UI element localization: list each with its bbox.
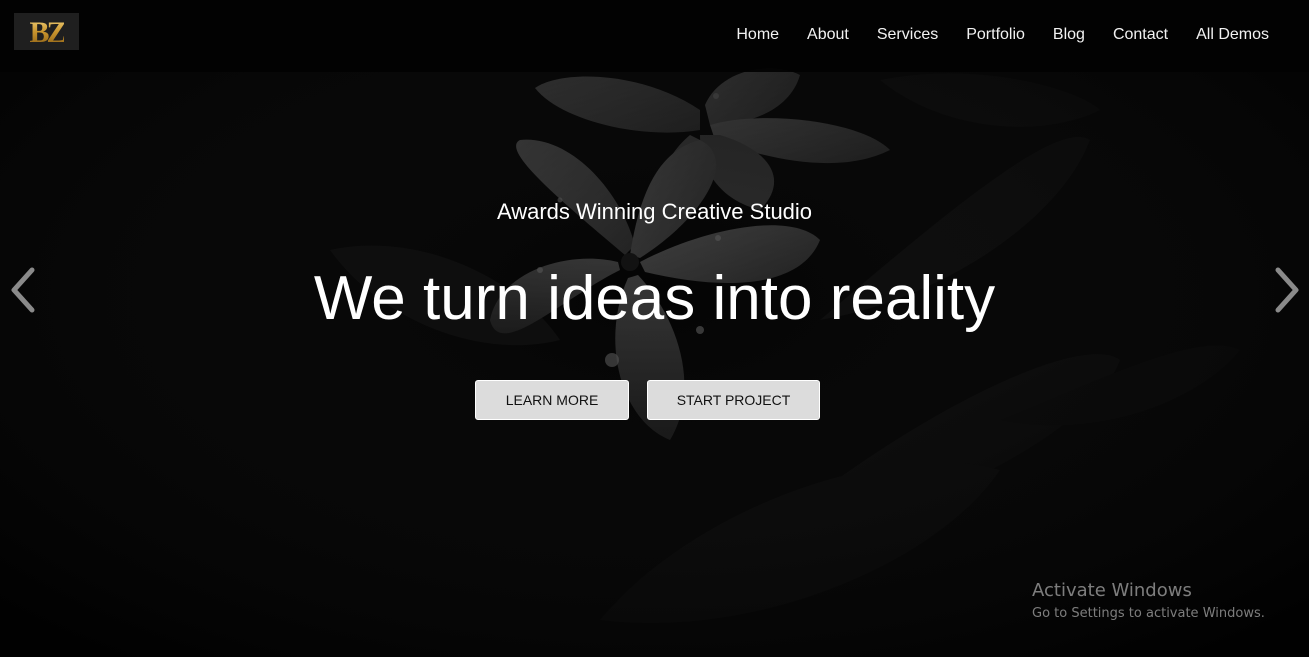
nav-item-contact[interactable]: Contact	[1099, 25, 1182, 45]
nav-menu: Home About Services Portfolio Blog Conta…	[722, 25, 1283, 45]
windows-activation-watermark: Activate Windows Go to Settings to activ…	[1032, 580, 1265, 623]
hero-subtitle: Awards Winning Creative Studio	[496, 199, 813, 224]
hero-buttons: LEARN MORE START PROJECT	[475, 380, 820, 420]
page: BZ Home About Services Portfolio Blog Co…	[0, 0, 1309, 657]
nav-item-services[interactable]: Services	[863, 25, 952, 45]
top-navbar: BZ Home About Services Portfolio Blog Co…	[0, 0, 1309, 72]
watermark-title: Activate Windows	[1032, 580, 1192, 601]
nav-item-about[interactable]: About	[793, 25, 863, 45]
brand-logo[interactable]: BZ	[14, 13, 79, 50]
nav-item-blog[interactable]: Blog	[1039, 25, 1099, 45]
nav-item-portfolio[interactable]: Portfolio	[952, 25, 1039, 45]
hero-title: We turn ideas into reality	[313, 264, 996, 333]
start-project-button[interactable]: START PROJECT	[647, 380, 820, 420]
nav-item-all-demos[interactable]: All Demos	[1182, 25, 1283, 45]
watermark-subtitle: Go to Settings to activate Windows.	[1032, 606, 1265, 621]
brand-logo-text: BZ	[29, 15, 66, 49]
nav-item-home[interactable]: Home	[722, 25, 793, 45]
learn-more-button[interactable]: LEARN MORE	[475, 380, 629, 420]
